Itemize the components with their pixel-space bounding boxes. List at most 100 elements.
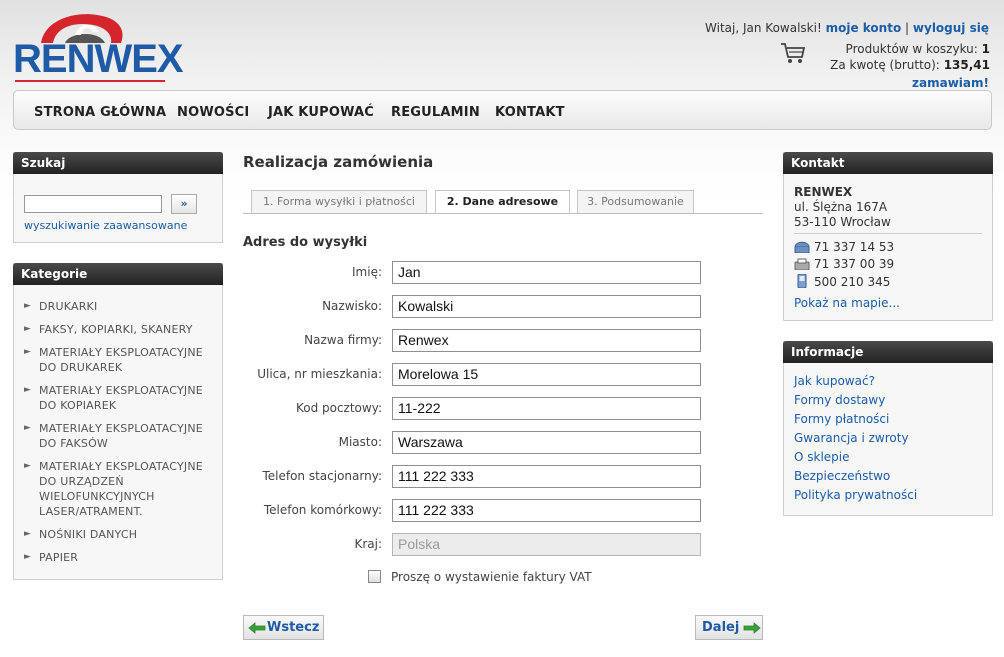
page-title: Realizacja zamówienia	[243, 153, 434, 171]
contact-mobile: 500 210 345	[814, 275, 891, 289]
search-input[interactable]	[24, 195, 162, 213]
landline-phone-label: Telefon stacjonarny:	[262, 469, 382, 483]
triangle-right-icon: ►	[24, 552, 32, 562]
landline-phone-field[interactable]: 111 222 333	[392, 465, 701, 488]
info-links: Jak kupować? Formy dostawy Formy płatnoś…	[794, 372, 917, 505]
category-item[interactable]: ► FAKSY, KOPIARKI, SKANERY	[24, 322, 224, 337]
nav-item-how-to-buy[interactable]: JAK KUPOWAĆ	[268, 105, 374, 120]
triangle-right-icon: ►	[24, 301, 32, 311]
nav-item-home[interactable]: STRONA GŁÓWNA	[34, 105, 166, 120]
main-nav: STRONA GŁÓWNA NOWOŚCI JAK KUPOWAĆ REGULA…	[13, 90, 992, 130]
categories-box: Kategorie ► DRUKARKI ► FAKSY, KOPIARKI, SK…	[13, 263, 223, 580]
contact-company: RENWEX	[794, 185, 853, 199]
vat-invoice-option[interactable]: Proszę o wystawienie faktury VAT	[368, 570, 592, 584]
contact-fax-row: 71 337 00 39	[794, 257, 894, 271]
contact-box-title: Kontakt	[783, 152, 993, 174]
category-list: ► DRUKARKI ► FAKSY, KOPIARKI, SKANERY ► MAT…	[24, 299, 224, 573]
triangle-right-icon: ►	[24, 529, 32, 539]
info-box: Informacje Jak kupować? Formy dostawy Fo…	[783, 341, 993, 516]
info-link-how-to-buy[interactable]: Jak kupować?	[794, 374, 875, 388]
country-field: Polska	[392, 533, 701, 556]
vat-invoice-label: Proszę o wystawienie faktury VAT	[391, 570, 592, 584]
contact-phone-row: 71 337 14 53	[794, 240, 894, 254]
back-button[interactable]: Wstecz	[243, 615, 324, 640]
contact-fax: 71 337 00 39	[814, 257, 895, 271]
section-title: Adres do wysyłki	[243, 235, 368, 250]
renwex-logo[interactable]: RENWEX	[13, 10, 184, 82]
city-label: Miasto:	[338, 435, 382, 449]
cart-total-value: 135,41	[943, 58, 990, 72]
category-item[interactable]: ► PAPIER	[24, 550, 224, 565]
category-item[interactable]: ► MATERIAŁY EKSPLOATACYJNE DO FAKSÓW	[24, 421, 224, 451]
greeting-text: Witaj, Jan Kowalski!	[705, 21, 822, 35]
logout-link[interactable]: wyloguj się	[913, 21, 989, 35]
shopping-cart-icon	[781, 43, 806, 63]
next-button-label: Dalej	[702, 620, 740, 635]
category-item[interactable]: ► DRUKARKI	[24, 299, 224, 314]
back-button-label: Wstecz	[267, 620, 320, 635]
postal-code-field[interactable]: 11-222	[392, 397, 701, 420]
street-field[interactable]: Morelowa 15	[392, 363, 701, 386]
last-name-field[interactable]: Kowalski	[392, 295, 701, 318]
info-box-title: Informacje	[783, 341, 993, 363]
search-box: Szukaj » wyszukiwanie zaawansowane	[13, 152, 223, 243]
info-link-payment[interactable]: Formy płatności	[794, 412, 889, 426]
phone-icon	[794, 241, 810, 253]
info-link-warranty[interactable]: Gwarancja i zwroty	[794, 431, 909, 445]
contact-divider	[794, 233, 982, 234]
mobile-phone-field[interactable]: 111 222 333	[392, 499, 701, 522]
first-name-label: Imię:	[352, 265, 382, 279]
cart-products-count: 1	[981, 42, 990, 56]
nav-item-news[interactable]: NOWOŚCI	[177, 105, 249, 120]
triangle-right-icon: ►	[24, 324, 32, 334]
postal-code-label: Kod pocztowy:	[295, 401, 382, 415]
category-item[interactable]: ► MATERIAŁY EKSPLOATACYJNE DO DRUKAREK	[24, 345, 224, 375]
triangle-right-icon: ►	[24, 461, 32, 471]
advanced-search-link[interactable]: wyszukiwanie zaawansowane	[24, 219, 187, 232]
mobile-phone-label: Telefon komórkowy:	[263, 503, 382, 517]
arrow-left-icon	[248, 622, 266, 634]
order-now-link[interactable]: zamawiam!	[912, 76, 989, 90]
user-bar-separator: |	[905, 21, 910, 35]
arrow-right-icon	[743, 622, 761, 634]
country-label: Kraj:	[354, 537, 382, 551]
last-name-label: Nazwisko:	[322, 299, 382, 313]
tab-address-data[interactable]: 2. Dane adresowe	[435, 190, 570, 214]
cart-products-label: Produktów w koszyku:	[845, 42, 978, 56]
contact-phone: 71 337 14 53	[814, 240, 895, 254]
tab-summary[interactable]: 3. Podsumowanie	[577, 190, 694, 213]
cart-total-label: Za kwotę (brutto):	[830, 58, 940, 72]
vat-invoice-checkbox[interactable]	[368, 570, 381, 583]
contact-box: Kontakt RENWEX ul. Ślężna 167A 53-110 Wr…	[783, 152, 993, 321]
categories-box-title: Kategorie	[13, 263, 223, 285]
info-link-delivery[interactable]: Formy dostawy	[794, 393, 885, 407]
contact-city: 53-110 Wrocław	[794, 215, 891, 229]
street-label: Ulica, nr mieszkania:	[257, 367, 382, 381]
nav-item-contact[interactable]: KONTAKT	[495, 105, 565, 120]
triangle-right-icon: ►	[24, 423, 32, 433]
info-link-security[interactable]: Bezpieczeństwo	[794, 469, 890, 483]
company-name-field[interactable]: Renwex	[392, 329, 701, 352]
nav-item-terms[interactable]: REGULAMIN	[391, 105, 480, 120]
contact-mobile-row: 500 210 345	[794, 274, 890, 289]
first-name-field[interactable]: Jan	[392, 261, 701, 284]
triangle-right-icon: ►	[24, 347, 32, 357]
tabs-divider	[243, 213, 763, 214]
contact-street: ul. Ślężna 167A	[794, 200, 888, 214]
tab-shipping-payment[interactable]: 1. Forma wysyłki i płatności	[251, 190, 427, 213]
city-field[interactable]: Warszawa	[392, 431, 701, 454]
logo-underline	[15, 80, 165, 82]
next-button[interactable]: Dalej	[695, 615, 763, 640]
mobile-phone-icon	[797, 274, 807, 288]
search-submit-button[interactable]: »	[171, 194, 197, 214]
info-link-privacy[interactable]: Polityka prywatności	[794, 488, 917, 502]
my-account-link[interactable]: moje konto	[826, 21, 902, 35]
show-on-map-link[interactable]: Pokaż na mapie...	[794, 296, 900, 310]
info-link-about[interactable]: O sklepie	[794, 450, 850, 464]
triangle-right-icon: ►	[24, 385, 32, 395]
user-bar: Witaj, Jan Kowalski! moje konto | wylogu…	[705, 21, 989, 35]
category-item[interactable]: ► MATERIAŁY EKSPLOATACYJNE DO URZĄDZEŃ WI…	[24, 459, 224, 519]
fax-icon	[794, 258, 810, 270]
category-item[interactable]: ► NOŚNIKI DANYCH	[24, 527, 224, 542]
category-item[interactable]: ► MATERIAŁY EKSPLOATACYJNE DO KOPIAREK	[24, 383, 224, 413]
